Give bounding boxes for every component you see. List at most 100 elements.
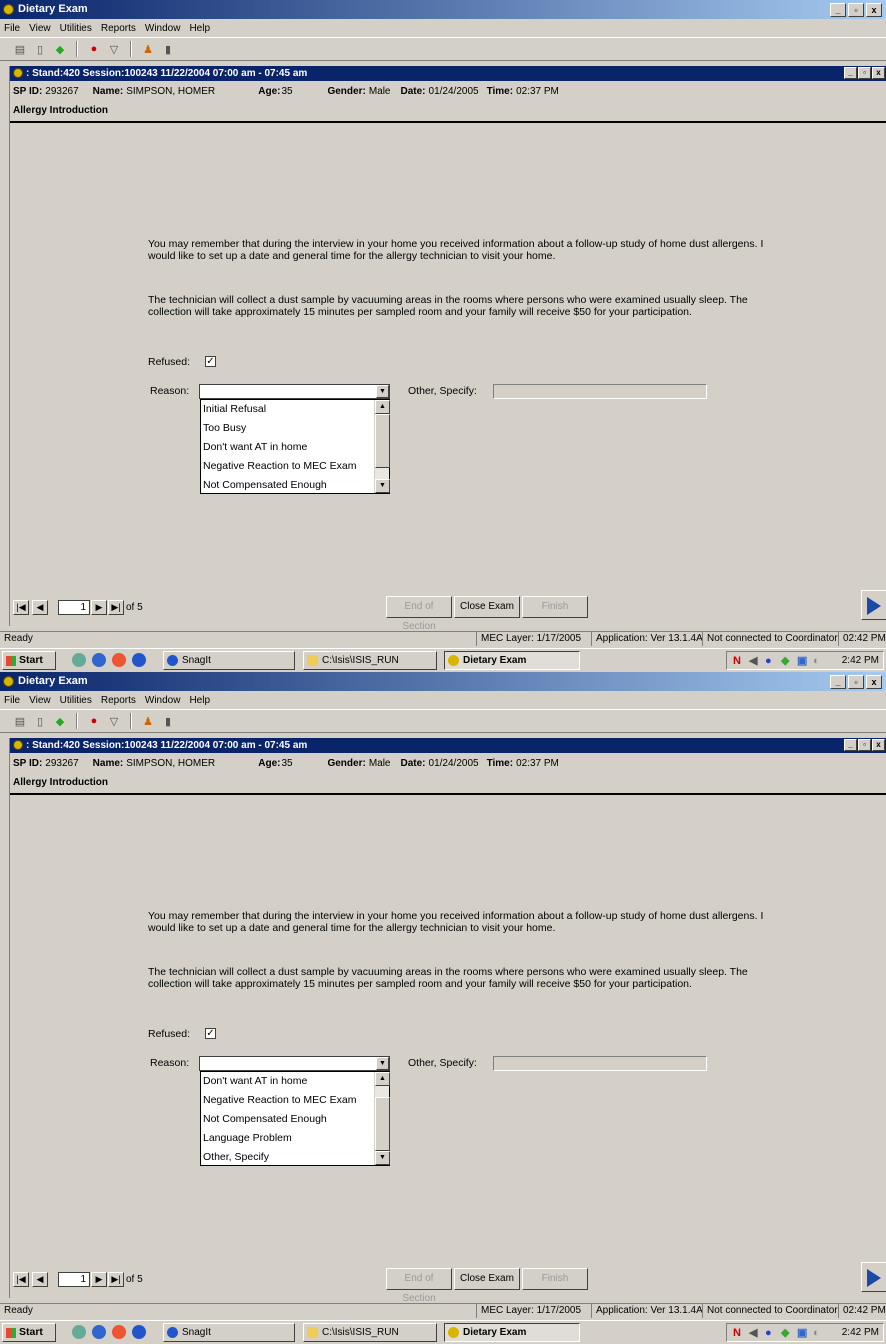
scroll-thumb[interactable]	[375, 414, 390, 468]
first-page-icon[interactable]: |◀	[13, 1272, 29, 1287]
menu-view[interactable]: View	[29, 695, 51, 706]
desktop-icon[interactable]	[72, 1325, 86, 1339]
connection-icon[interactable]: ▣	[797, 655, 809, 667]
menu-help[interactable]: Help	[189, 23, 210, 34]
reason-option[interactable]: Negative Reaction to MEC Exam	[201, 457, 389, 476]
end-of-section-button[interactable]: End of Section	[386, 1268, 452, 1304]
reason-option[interactable]: Too Busy	[201, 419, 389, 438]
network-icon[interactable]: ●	[765, 1327, 777, 1339]
reason-option[interactable]: Don't want AT in home	[201, 1072, 389, 1091]
reason-dropdown[interactable]: ▼	[199, 1056, 390, 1071]
start-button[interactable]: Start	[2, 651, 56, 670]
other-specify-input[interactable]	[493, 384, 707, 399]
reason-options-list[interactable]: Initial Refusal Too Busy Don't want AT i…	[200, 399, 390, 494]
reason-option[interactable]: Other, Specify	[201, 1148, 389, 1167]
child-minimize-button[interactable]: _	[844, 67, 857, 79]
options-scrollbar[interactable]: ▲ ▼	[374, 400, 390, 493]
scroll-up-icon[interactable]: ▲	[375, 400, 390, 414]
menu-reports[interactable]: Reports	[101, 23, 136, 34]
child-maximize-button[interactable]: ▫	[858, 67, 871, 79]
tray-app-icon[interactable]: ◆	[781, 655, 793, 667]
page-number-input[interactable]: 1	[58, 1272, 90, 1287]
menu-file[interactable]: File	[4, 695, 20, 706]
minimize-button[interactable]: _	[830, 675, 846, 689]
taskbar-item-folder[interactable]: C:\Isis\ISIS_RUN	[303, 1323, 437, 1342]
first-page-icon[interactable]: |◀	[13, 600, 29, 615]
maximize-button[interactable]: ▫	[848, 3, 864, 17]
child-minimize-button[interactable]: _	[844, 739, 857, 751]
dropdown-arrow-icon[interactable]: ▼	[376, 1057, 389, 1070]
options-scrollbar[interactable]: ▲ ▼	[374, 1072, 390, 1165]
tray-misc-icon[interactable]: ◐	[813, 655, 825, 667]
close-button[interactable]: x	[866, 675, 882, 689]
menu-window[interactable]: Window	[145, 23, 181, 34]
page-number-input[interactable]: 1	[58, 600, 90, 615]
tray-misc-icon[interactable]: ◐	[813, 1327, 825, 1339]
finish-button[interactable]: Finish	[522, 596, 588, 618]
people-icon[interactable]: ♟	[140, 713, 156, 729]
browser-icon[interactable]	[92, 653, 106, 667]
new-icon[interactable]: ▤	[12, 713, 28, 729]
snagit-quick-icon[interactable]	[132, 653, 146, 667]
reason-options-list[interactable]: Don't want AT in home Negative Reaction …	[200, 1071, 390, 1166]
filter-icon[interactable]: ▽	[106, 713, 122, 729]
reason-dropdown[interactable]: ▼	[199, 384, 390, 399]
dropdown-arrow-icon[interactable]: ▼	[376, 385, 389, 398]
reason-option[interactable]: Not Compensated Enough	[201, 476, 389, 495]
reason-option[interactable]: Negative Reaction to MEC Exam	[201, 1091, 389, 1110]
reason-option[interactable]: Not Compensated Enough	[201, 1110, 389, 1129]
taskbar-item-dietary-exam[interactable]: Dietary Exam	[444, 651, 580, 670]
snagit-quick-icon[interactable]	[132, 1325, 146, 1339]
child-close-button[interactable]: x	[872, 739, 885, 751]
maximize-button[interactable]: ▫	[848, 675, 864, 689]
taskbar-item-dietary-exam[interactable]: Dietary Exam	[444, 1323, 580, 1342]
reason-option[interactable]: Don't want AT in home	[201, 438, 389, 457]
stop-icon[interactable]: ●	[86, 41, 102, 57]
finish-button[interactable]: Finish	[522, 1268, 588, 1290]
filter-icon[interactable]: ▽	[106, 41, 122, 57]
browser-icon[interactable]	[92, 1325, 106, 1339]
prev-page-icon[interactable]: ◀	[32, 1272, 48, 1287]
menu-view[interactable]: View	[29, 23, 51, 34]
exit-icon[interactable]: ▮	[160, 41, 176, 57]
people-icon[interactable]: ♟	[140, 41, 156, 57]
refused-checkbox[interactable]: ✓	[205, 1028, 216, 1039]
stop-icon[interactable]: ●	[86, 713, 102, 729]
close-exam-button[interactable]: Close Exam	[454, 596, 520, 618]
connection-icon[interactable]: ▣	[797, 1327, 809, 1339]
norton-icon[interactable]: N	[733, 655, 745, 667]
last-page-icon[interactable]: ▶|	[108, 1272, 124, 1287]
child-close-button[interactable]: x	[872, 67, 885, 79]
export-icon[interactable]: ◆	[52, 713, 68, 729]
tray-app-icon[interactable]: ◆	[781, 1327, 793, 1339]
close-button[interactable]: x	[866, 3, 882, 17]
reason-option[interactable]: Initial Refusal	[201, 400, 389, 419]
clipboard-icon[interactable]: ▯	[32, 41, 48, 57]
clipboard-icon[interactable]: ▯	[32, 713, 48, 729]
other-specify-input[interactable]	[493, 1056, 707, 1071]
start-button[interactable]: Start	[2, 1323, 56, 1342]
taskbar-item-folder[interactable]: C:\Isis\ISIS_RUN	[303, 651, 437, 670]
scroll-up-icon[interactable]: ▲	[375, 1072, 390, 1086]
reason-option[interactable]: Language Problem	[201, 1129, 389, 1148]
menu-help[interactable]: Help	[189, 695, 210, 706]
exit-icon[interactable]: ▮	[160, 713, 176, 729]
scroll-down-icon[interactable]: ▼	[375, 1151, 390, 1165]
close-exam-button[interactable]: Close Exam	[454, 1268, 520, 1290]
scroll-down-icon[interactable]: ▼	[375, 479, 390, 493]
taskbar-item-snagit[interactable]: SnagIt	[163, 651, 295, 670]
scroll-thumb[interactable]	[375, 1097, 390, 1151]
next-arrow-button[interactable]	[861, 1262, 886, 1292]
export-icon[interactable]: ◆	[52, 41, 68, 57]
media-icon[interactable]	[112, 1325, 126, 1339]
taskbar-item-snagit[interactable]: SnagIt	[163, 1323, 295, 1342]
child-maximize-button[interactable]: ▫	[858, 739, 871, 751]
network-icon[interactable]: ●	[765, 655, 777, 667]
menu-file[interactable]: File	[4, 23, 20, 34]
menu-utilities[interactable]: Utilities	[60, 23, 92, 34]
next-page-icon[interactable]: ▶	[91, 600, 107, 615]
next-page-icon[interactable]: ▶	[91, 1272, 107, 1287]
volume-icon[interactable]: ◀	[749, 655, 761, 667]
end-of-section-button[interactable]: End of Section	[386, 596, 452, 632]
volume-icon[interactable]: ◀	[749, 1327, 761, 1339]
